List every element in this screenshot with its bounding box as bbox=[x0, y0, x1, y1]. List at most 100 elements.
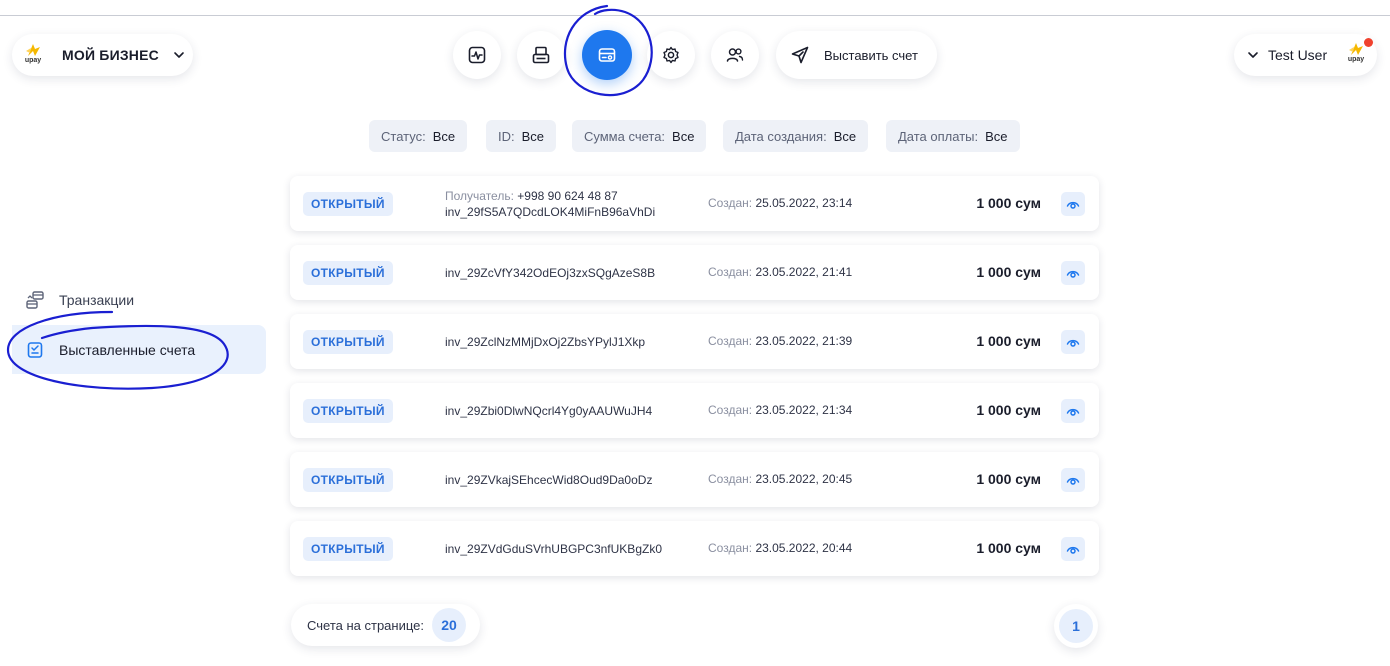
invoice-row[interactable]: ОТКРЫТЫЙ inv_29ZVkajSEhcecWid8Oud9Da0oDz… bbox=[290, 452, 1099, 507]
invoice-row[interactable]: ОТКРЫТЫЙ inv_29ZclNzMMjDxOj2ZbsYPylJ1Xkp… bbox=[290, 314, 1099, 369]
page-number: 1 bbox=[1059, 609, 1093, 643]
invoice-amount: 1 000 сум bbox=[976, 333, 1041, 349]
logo-text: upay bbox=[1347, 56, 1365, 63]
invoice-id: inv_29ZclNzMMjDxOj2ZbsYPylJ1Xkp bbox=[445, 334, 646, 349]
chart-icon bbox=[468, 46, 486, 64]
per-page-label: Счета на странице: bbox=[307, 617, 424, 633]
notification-dot bbox=[1364, 38, 1373, 47]
created-date: Создан: 23.05.2022, 20:44 bbox=[708, 521, 852, 576]
invoice-amount: 1 000 сум bbox=[976, 402, 1041, 418]
invoice-info: inv_29ZcVfY342OdEOj3zxSQgAzeS8B bbox=[445, 245, 655, 300]
created-date: Создан: 23.05.2022, 20:45 bbox=[708, 452, 852, 507]
created-value: 23.05.2022, 20:45 bbox=[755, 472, 853, 486]
filter-label: Дата оплаты: bbox=[898, 128, 979, 144]
filter-value: Все bbox=[833, 128, 857, 144]
view-button[interactable] bbox=[1061, 468, 1085, 492]
sidebar-item-invoices[interactable]: Выставленные счета bbox=[12, 325, 266, 374]
filter-label: ID: bbox=[498, 128, 515, 144]
filter-value: Все bbox=[432, 128, 456, 144]
users-icon bbox=[726, 48, 744, 62]
top-divider bbox=[0, 15, 1390, 16]
nav-settings-button[interactable] bbox=[647, 31, 695, 79]
recipient: Получатель: +998 90 624 48 87 bbox=[445, 189, 655, 203]
chevron-down-icon bbox=[1248, 52, 1258, 58]
invoice-id: inv_29ZVkajSEhcecWid8Oud9Da0oDz bbox=[445, 472, 653, 487]
logo-text: upay bbox=[24, 57, 42, 64]
invoice-id: inv_29ZVdGduSVrhUBGPC3nfUKBgZk0 bbox=[445, 541, 662, 556]
created-value: 25.05.2022, 23:14 bbox=[755, 196, 853, 210]
page-button[interactable]: 1 bbox=[1054, 604, 1098, 648]
filter-bar: Статус: Все ID: Все Сумма счета: Все Дата с… bbox=[0, 120, 1390, 152]
nav-invoices-button[interactable] bbox=[582, 30, 632, 80]
invoice-info: inv_29ZVdGduSVrhUBGPC3nfUKBgZk0 bbox=[445, 521, 662, 576]
invoice-list-icon bbox=[27, 341, 43, 358]
filter-label: Статус: bbox=[381, 128, 426, 144]
filter-label: Дата создания: bbox=[735, 128, 827, 144]
invoice-info: inv_29ZclNzMMjDxOj2ZbsYPylJ1Xkp bbox=[445, 314, 645, 369]
filter-label: Сумма счета: bbox=[584, 128, 666, 144]
upay-logo: upay bbox=[22, 42, 44, 68]
created-value: 23.05.2022, 21:41 bbox=[755, 265, 853, 279]
filter-status[interactable]: Статус: Все bbox=[369, 120, 468, 152]
created-date: Создан: 23.05.2022, 21:34 bbox=[708, 383, 852, 438]
per-page-selector[interactable]: Счета на странице: 20 bbox=[291, 604, 480, 646]
view-button[interactable] bbox=[1061, 537, 1085, 561]
filter-paid-date[interactable]: Дата оплаты: Все bbox=[886, 120, 1020, 152]
user-name: Test User bbox=[1268, 47, 1328, 63]
recipient-phone: +998 90 624 48 87 bbox=[517, 188, 618, 203]
user-avatar: upay bbox=[1345, 41, 1367, 67]
sidebar-item-label: Выставленные счета bbox=[59, 341, 196, 358]
invoice-id: inv_29ZcVfY342OdEOj3zxSQgAzeS8B bbox=[445, 265, 656, 280]
filter-value: Все bbox=[672, 128, 695, 144]
gear-icon bbox=[663, 46, 679, 64]
eye-icon bbox=[1066, 408, 1080, 416]
sidebar-item-transactions[interactable]: Транзакции bbox=[25, 290, 134, 310]
sidebar-item-label: Транзакции bbox=[59, 292, 135, 308]
invoice-info: Получатель: +998 90 624 48 87 inv_29fS5A… bbox=[445, 176, 655, 231]
nav-analytics-button[interactable] bbox=[453, 31, 501, 79]
transactions-icon bbox=[26, 291, 44, 309]
create-invoice-label: Выставить счет bbox=[824, 47, 918, 63]
filter-value: Все bbox=[985, 128, 1008, 144]
recipient-label: Получатель: bbox=[445, 188, 514, 203]
invoice-row[interactable]: ОТКРЫТЫЙ inv_29ZcVfY342OdEOj3zxSQgAzeS8B… bbox=[290, 245, 1099, 300]
business-selector[interactable]: upay МОЙ БИЗНЕС bbox=[12, 34, 193, 76]
send-icon bbox=[791, 46, 809, 64]
view-button[interactable] bbox=[1061, 330, 1085, 354]
printer-icon bbox=[532, 46, 550, 64]
created-value: 23.05.2022, 21:39 bbox=[755, 334, 853, 348]
status-badge: ОТКРЫТЫЙ bbox=[303, 330, 393, 354]
invoice-info: inv_29ZVkajSEhcecWid8Oud9Da0oDz bbox=[445, 452, 652, 507]
created-date: Создан: 25.05.2022, 23:14 bbox=[708, 176, 852, 231]
view-button[interactable] bbox=[1061, 399, 1085, 423]
status-badge: ОТКРЫТЫЙ bbox=[303, 192, 393, 216]
created-date: Создан: 23.05.2022, 21:39 bbox=[708, 314, 852, 369]
user-menu[interactable]: Test User upay bbox=[1234, 34, 1377, 76]
eye-icon bbox=[1066, 339, 1080, 347]
filter-amount[interactable]: Сумма счета: Все bbox=[572, 120, 707, 152]
nav-terminals-button[interactable] bbox=[517, 31, 565, 79]
created-date: Создан: 23.05.2022, 21:41 bbox=[708, 245, 852, 300]
per-page-value[interactable]: 20 bbox=[431, 608, 466, 642]
invoice-row[interactable]: ОТКРЫТЫЙ Получатель: +998 90 624 48 87 i… bbox=[290, 176, 1099, 231]
invoice-amount: 1 000 сум bbox=[976, 540, 1041, 556]
created-label: Создан: bbox=[708, 403, 753, 417]
status-badge: ОТКРЫТЫЙ bbox=[303, 468, 393, 492]
invoice-row[interactable]: ОТКРЫТЫЙ inv_29ZVdGduSVrhUBGPC3nfUKBgZk0… bbox=[290, 521, 1099, 576]
filter-created-date[interactable]: Дата создания: Все bbox=[723, 120, 869, 152]
created-value: 23.05.2022, 20:44 bbox=[755, 541, 853, 555]
created-label: Создан: bbox=[708, 196, 753, 210]
invoice-card-icon bbox=[598, 48, 616, 62]
view-button[interactable] bbox=[1061, 192, 1085, 216]
filter-id[interactable]: ID: Все bbox=[486, 120, 557, 152]
invoice-id: inv_29fS5A7QDcdLOK4MiFnB96aVhDi bbox=[445, 204, 656, 219]
invoice-row[interactable]: ОТКРЫТЫЙ inv_29Zbi0DlwNQcrl4Yg0yAAUWuJH4… bbox=[290, 383, 1099, 438]
invoice-id: inv_29Zbi0DlwNQcrl4Yg0yAAUWuJH4 bbox=[445, 403, 653, 418]
status-badge: ОТКРЫТЫЙ bbox=[303, 399, 393, 423]
create-invoice-button[interactable]: Выставить счет bbox=[776, 31, 937, 79]
created-label: Создан: bbox=[708, 265, 753, 279]
view-button[interactable] bbox=[1061, 261, 1085, 285]
eye-icon bbox=[1066, 270, 1080, 278]
nav-users-button[interactable] bbox=[711, 31, 759, 79]
invoice-amount: 1 000 сум bbox=[976, 264, 1041, 280]
